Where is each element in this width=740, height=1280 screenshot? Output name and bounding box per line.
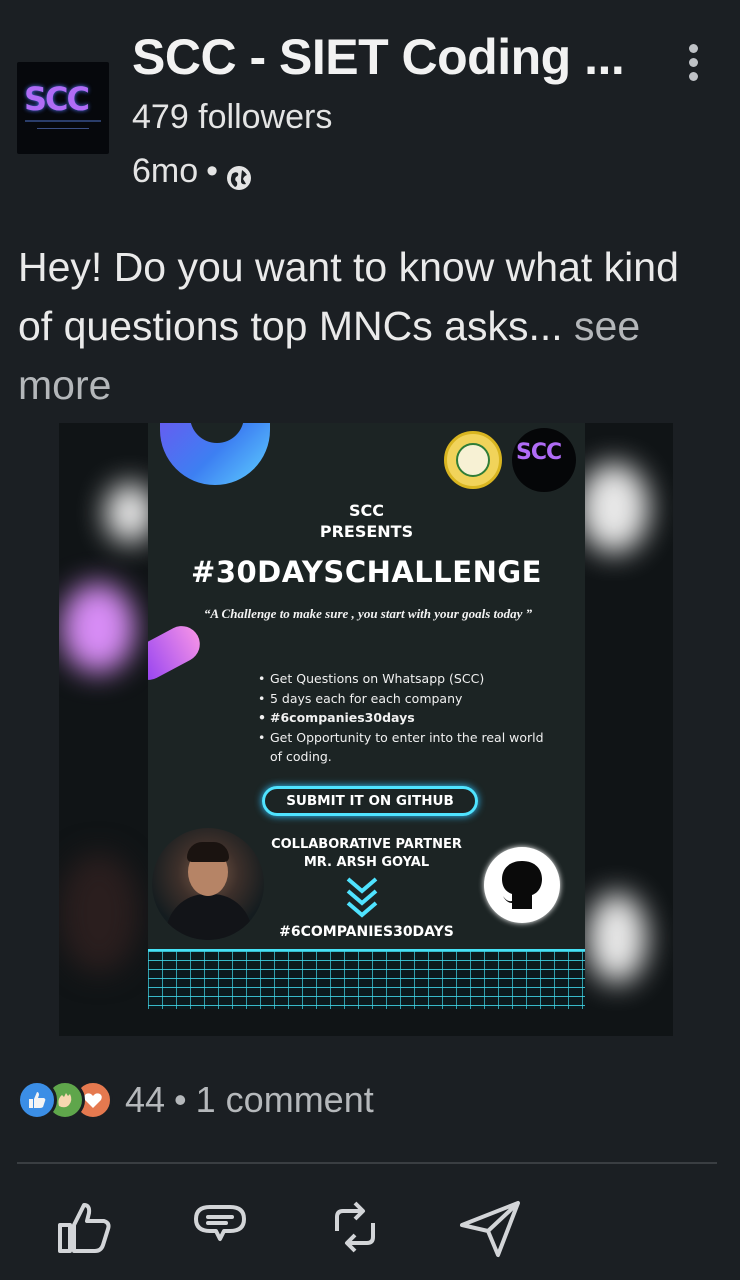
reaction-summary[interactable]: 44 • 1 comment: [17, 1076, 374, 1124]
college-emblem: [444, 431, 502, 489]
comment-button[interactable]: [188, 1195, 252, 1259]
divider: [17, 1162, 717, 1164]
avatar-subtagline: [37, 128, 89, 129]
blurred-backdrop: [61, 583, 135, 673]
avatar-logo-text: SCC: [24, 80, 90, 118]
meta-separator: •: [206, 152, 219, 190]
comment-count-link[interactable]: 1 comment: [196, 1079, 374, 1121]
poster-bullet: 5 days each for each company: [258, 689, 558, 709]
post-meta: 6mo •: [132, 152, 252, 191]
company-avatar[interactable]: SCC: [17, 62, 109, 154]
submit-github-badge: SUBMIT IT ON GITHUB: [262, 786, 478, 816]
chevron-down-icon: [346, 877, 378, 918]
globe-icon: [226, 161, 252, 190]
reaction-count[interactable]: 44: [125, 1079, 165, 1121]
engagement-separator: •: [174, 1079, 187, 1120]
repost-icon: [335, 1201, 375, 1253]
scc-badge-text: SCC: [516, 440, 562, 465]
poster-presents: PRESENTS: [319, 522, 414, 541]
post-time: 6mo: [132, 152, 199, 190]
like-icon: [58, 1203, 111, 1253]
post-image[interactable]: SCC SCC PRESENTS #30DAYSCHALLENGE “A Cha…: [59, 423, 673, 1036]
gradient-pill-shape: [148, 619, 207, 687]
follower-count: 479 followers: [132, 98, 333, 136]
poster-hashtag: #6COMPANIES30DAYS: [279, 924, 454, 940]
blurred-backdrop: [579, 463, 649, 553]
author-name[interactable]: SCC - SIET Coding ...: [132, 28, 625, 86]
emblem-tree: [456, 443, 490, 477]
challenge-poster: SCC SCC PRESENTS #30DAYSCHALLENGE “A Cha…: [148, 423, 585, 1009]
like-icon: [17, 1080, 57, 1120]
github-icon: [484, 847, 560, 923]
post-body: Hey! Do you want to know what kind of qu…: [18, 238, 718, 415]
more-vertical-icon[interactable]: [678, 44, 708, 88]
like-button[interactable]: [52, 1195, 116, 1259]
comment-icon: [194, 1205, 246, 1241]
post-action-bar: [0, 1185, 740, 1265]
scc-badge: SCC: [512, 428, 576, 492]
poster-bullet: Get Questions on Whatsapp (SCC): [258, 669, 558, 689]
post-header: SCC SCC - SIET Coding ... 479 followers …: [0, 0, 740, 210]
poster-challenge-title: #30DAYSCHALLENGE: [191, 555, 542, 589]
poster-quote: “A Challenge to make sure , you start wi…: [203, 606, 533, 621]
send-icon: [460, 1201, 520, 1257]
blurred-backdrop: [587, 893, 647, 983]
blurred-backdrop: [59, 853, 139, 973]
poster-bullet: Get Opportunity to enter into the real w…: [258, 728, 558, 767]
send-button[interactable]: [458, 1195, 522, 1259]
poster-bullet-hashtag: #6companies30days: [258, 708, 558, 728]
poster-bullet-list: Get Questions on Whatsapp (SCC) 5 days e…: [258, 669, 558, 767]
repost-button[interactable]: [323, 1195, 387, 1259]
poster-scc: SCC: [348, 501, 384, 520]
neon-grid-floor: [148, 949, 585, 1009]
avatar-tagline: [25, 120, 101, 122]
